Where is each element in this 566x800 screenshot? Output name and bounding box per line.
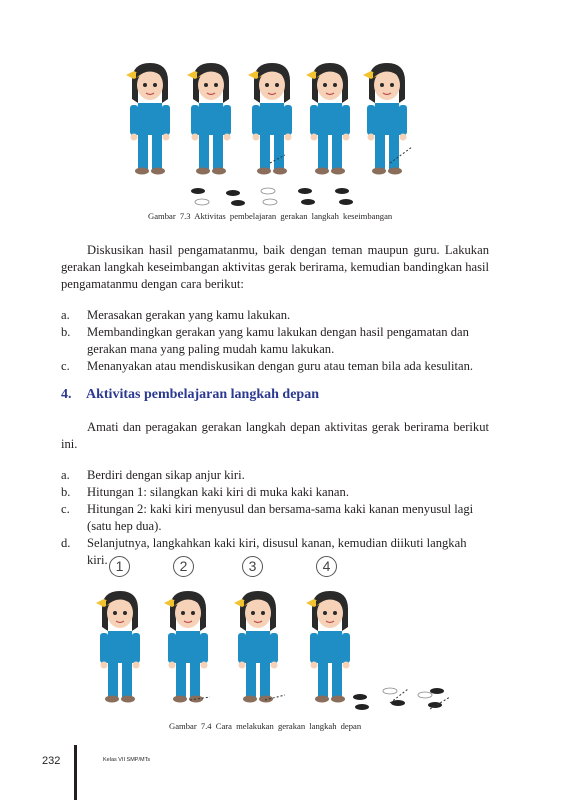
list-item: b. Membandingkan gerakan yang kamu lakuka… bbox=[61, 324, 489, 358]
list-marker: b. bbox=[61, 485, 71, 499]
figure-7-4-illustration bbox=[95, 590, 451, 710]
section-title: Aktivitas pembelajaran langkah depan bbox=[86, 387, 319, 402]
step-number-1: 1 bbox=[109, 556, 130, 577]
discussion-paragraph: Diskusikan hasil pengamatanmu, baik deng… bbox=[61, 242, 489, 293]
list-text: Merasakan gerakan yang kamu lakukan. bbox=[87, 308, 291, 322]
list-text: Membandingkan gerakan yang kamu lakukan … bbox=[87, 325, 469, 356]
page-number: 232 bbox=[42, 755, 61, 767]
list-text: Berdiri dengan sikap anjur kiri. bbox=[87, 468, 245, 482]
step-number-4: 4 bbox=[316, 556, 337, 577]
list-item: c. Menanyakan atau mendiskusikan dengan g… bbox=[61, 358, 489, 375]
list-marker: d. bbox=[61, 536, 71, 550]
list-text: Hitungan 2: kaki kiri menyusul dan bersa… bbox=[87, 502, 474, 533]
comparison-list: a. Merasakan gerakan yang kamu lakukan. b… bbox=[61, 307, 489, 375]
list-text: Hitungan 1: silangkan kaki kiri di muka … bbox=[87, 485, 349, 499]
section-heading: 4. Aktivitas pembelajaran langkah depan bbox=[61, 387, 319, 403]
list-text: Selanjutnya, langkahkan kaki kiri, disus… bbox=[87, 536, 467, 567]
list-item: a. Merasakan gerakan yang kamu lakukan. bbox=[61, 307, 489, 324]
list-marker: a. bbox=[61, 308, 70, 322]
book-title: Kelas VII SMP/MTs bbox=[103, 757, 151, 763]
list-item: b. Hitungan 1: silangkan kaki kiri di muk… bbox=[61, 484, 489, 501]
instruction-paragraph: Amati dan peragakan gerakan langkah depa… bbox=[61, 419, 489, 453]
list-item: a. Berdiri dengan sikap anjur kiri. bbox=[61, 467, 489, 484]
list-marker: a. bbox=[61, 468, 70, 482]
footer-divider bbox=[74, 745, 77, 800]
list-marker: c. bbox=[61, 359, 70, 373]
discussion-text: Diskusikan hasil pengamatanmu, baik deng… bbox=[61, 243, 489, 291]
step-number-3: 3 bbox=[242, 556, 263, 577]
list-text: Menanyakan atau mendiskusikan dengan gur… bbox=[87, 359, 474, 373]
steps-list: a. Berdiri dengan sikap anjur kiri. b. Hit… bbox=[61, 467, 489, 569]
figure-7-3-caption: Gambar 7.3 Aktivitas pembelajaran geraka… bbox=[148, 211, 393, 221]
step-number-2: 2 bbox=[173, 556, 194, 577]
list-item: c. Hitungan 2: kaki kiri menyusul dan ber… bbox=[61, 501, 489, 535]
figure-7-4-caption: Gambar 7.4 Cara melakukan gerakan langka… bbox=[169, 721, 362, 731]
list-marker: b. bbox=[61, 325, 71, 339]
section-number: 4. bbox=[61, 387, 72, 402]
figure-7-3-illustration bbox=[125, 62, 413, 206]
instruction-text: Amati dan peragakan gerakan langkah depa… bbox=[61, 420, 489, 451]
list-marker: c. bbox=[61, 502, 70, 516]
